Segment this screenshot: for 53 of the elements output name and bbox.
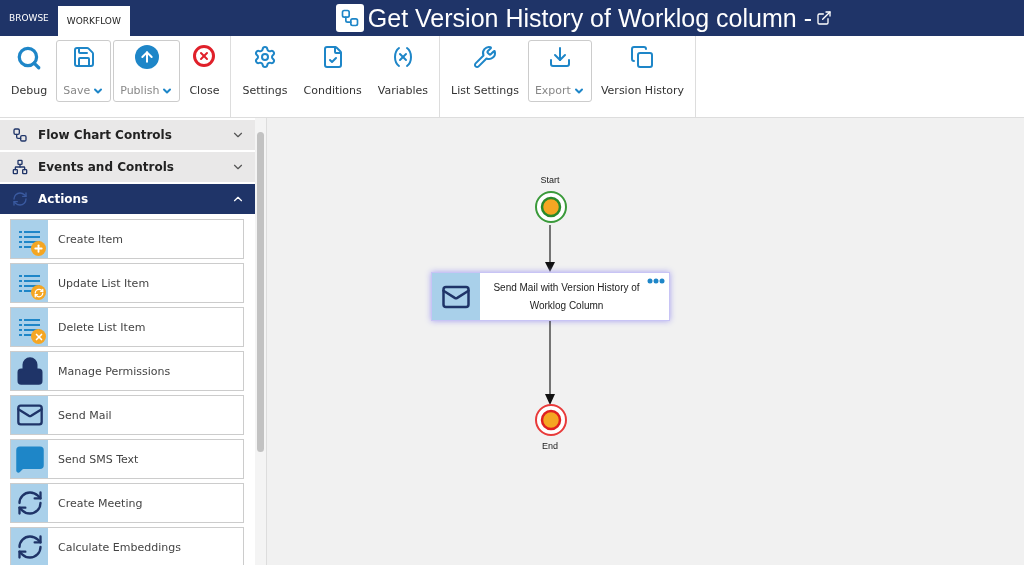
start-node[interactable] [533, 190, 569, 226]
action-item[interactable]: Send Mail [10, 395, 244, 435]
tab[interactable]: WORKFLOW [57, 6, 130, 36]
action-item[interactable]: Create Meeting [10, 483, 244, 523]
accordion-header[interactable]: Events and Controls [0, 152, 255, 182]
refresh-icon [15, 533, 44, 561]
toolbar-button[interactable]: Publish [113, 40, 181, 102]
action-item[interactable]: Create Item [10, 219, 244, 259]
search-icon [16, 45, 43, 71]
action-label: Calculate Embeddings [58, 540, 181, 554]
accordion-header[interactable]: Actions [0, 184, 255, 214]
section-title: Actions [38, 192, 90, 206]
connector-arrow [544, 225, 556, 272]
flowchart-icon [12, 127, 28, 143]
action-item[interactable]: Send SMS Text [10, 439, 244, 479]
action-label: Update List Item [58, 276, 150, 290]
external-link-icon[interactable] [815, 10, 832, 26]
close-icon [193, 45, 216, 67]
hierarchy-icon [12, 159, 28, 175]
window-title: Get Version History of Worklog column - [367, 3, 812, 33]
action-item[interactable]: Update List Item [10, 263, 244, 303]
more-icon[interactable] [647, 278, 665, 284]
settings-icon [253, 45, 277, 69]
toolbar-button[interactable]: Export [527, 40, 592, 102]
action-label: Delete List Item [58, 320, 146, 334]
action-node[interactable]: Send Mail with Version History of Worklog Column [431, 272, 670, 321]
action-label: Create Meeting [58, 496, 143, 510]
action-label: Send Mail [58, 408, 112, 422]
end-label: End [542, 441, 558, 451]
section-title: Flow Chart Controls [38, 128, 173, 142]
action-item[interactable]: Manage Permissions [10, 351, 244, 391]
action-label: Create Item [58, 232, 124, 246]
wrench-icon [473, 45, 497, 69]
action-label: Send SMS Text [58, 452, 139, 466]
action-icon [12, 191, 28, 207]
workflow-app-icon [335, 4, 364, 32]
tab[interactable]: BROWSE [0, 0, 58, 36]
refresh-icon [15, 489, 44, 517]
chat-icon [14, 444, 45, 474]
action-label: Manage Permissions [58, 364, 171, 378]
download-icon [547, 45, 572, 69]
toolbar-button[interactable]: Save [56, 40, 112, 102]
start-label: Start [540, 175, 560, 185]
end-node[interactable] [533, 403, 569, 439]
accordion-header[interactable]: Flow Chart Controls [0, 120, 255, 150]
scrollbar[interactable] [255, 118, 266, 565]
section-title: Events and Controls [38, 160, 175, 174]
action-item[interactable]: Calculate Embeddings [10, 527, 244, 565]
save-icon [71, 45, 96, 69]
scroll-thumb[interactable] [257, 132, 264, 452]
action-item[interactable]: Delete List Item [10, 307, 244, 347]
node-label: Send Mail with Version History of Worklog Column [492, 280, 641, 313]
copy-icon [630, 45, 655, 69]
